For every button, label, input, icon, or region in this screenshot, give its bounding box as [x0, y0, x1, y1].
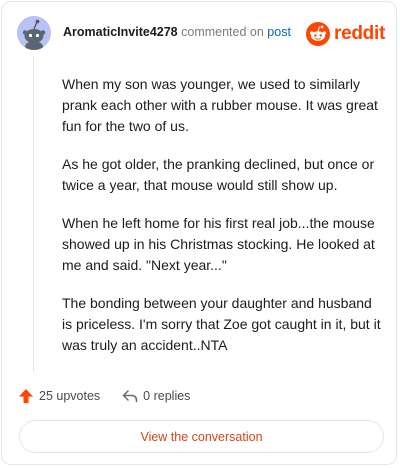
reply-count: 0 replies — [143, 389, 191, 403]
snoo-avatar-icon — [17, 16, 51, 50]
thread-line — [33, 56, 34, 372]
upvote-arrow-icon — [19, 389, 33, 403]
comment-card: AromaticInvite4278 commented on post red… — [1, 1, 397, 465]
reddit-logo[interactable]: reddit — [306, 20, 385, 48]
comment-meta: AromaticInvite4278 commented on post — [63, 25, 291, 39]
comment-paragraph: When my son was younger, we used to simi… — [62, 76, 378, 134]
comment-header: AromaticInvite4278 commented on post red… — [17, 16, 385, 52]
commented-on-text: commented on — [181, 25, 264, 39]
reply-button[interactable]: 0 replies — [122, 388, 190, 404]
view-conversation-button[interactable]: View the conversation — [19, 420, 384, 453]
comment-paragraph: When he left home for his first real job… — [62, 215, 375, 273]
avatar[interactable] — [17, 16, 51, 50]
post-link[interactable]: post — [267, 25, 291, 39]
comment-body: When my son was younger, we used to simi… — [62, 74, 382, 373]
comment-actions: 25 upvotes 0 replies — [18, 386, 190, 406]
upvote-count: 25 upvotes — [39, 389, 101, 403]
comment-paragraph: As he got older, the pranking declined, … — [62, 156, 375, 193]
username[interactable]: AromaticInvite4278 — [63, 25, 178, 39]
upvote-button[interactable]: 25 upvotes — [18, 388, 100, 404]
reddit-logo-icon — [306, 22, 331, 46]
reply-arrow-icon — [122, 390, 138, 403]
comment-paragraph: The bonding between your daughter and hu… — [62, 295, 381, 353]
reddit-wordmark: reddit — [334, 23, 385, 44]
